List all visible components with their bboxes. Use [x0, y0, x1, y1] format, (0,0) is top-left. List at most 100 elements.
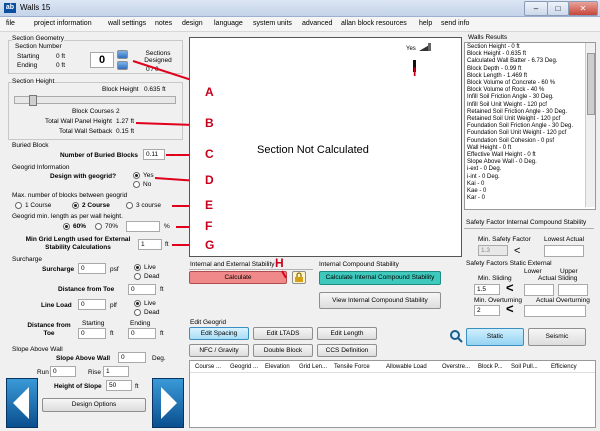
col-elevation[interactable]: Elevation — [265, 362, 290, 372]
slope-input[interactable]: 0 — [118, 352, 146, 363]
menu-help[interactable]: help — [419, 18, 432, 30]
col-allowable-load[interactable]: Allowable Load — [386, 362, 427, 372]
surcharge-dead-radio[interactable] — [134, 273, 141, 280]
geogrid-info-title: Geogrid Information — [12, 164, 70, 171]
marker-e: E — [205, 198, 214, 212]
col-tensile-force[interactable]: Tensile Force — [334, 362, 370, 372]
lineload-live-label: Live — [144, 300, 156, 307]
result-line: Foundation Soil Cohesion - 0 psf — [467, 137, 555, 144]
grid-70-label: 70% — [105, 223, 119, 230]
view-ics-button[interactable]: View Internal Compound Stability — [319, 292, 441, 309]
grid-60-radio[interactable] — [63, 223, 70, 230]
block-height-value: 0.635 ft — [144, 86, 166, 93]
double-block-button[interactable]: Double Block — [253, 344, 313, 357]
section-down-button[interactable] — [117, 61, 128, 70]
height-slider-track[interactable] — [14, 95, 176, 106]
starting-value: 0 ft — [56, 53, 66, 60]
dist-start-input[interactable]: 0 — [78, 328, 106, 339]
actual-sliding-label: Actual Sliding — [538, 275, 578, 282]
surcharge-unit: psf — [110, 266, 119, 273]
surcharge-input[interactable]: 0 — [78, 263, 106, 274]
surcharge-live-label: Live — [144, 264, 156, 271]
menu-language[interactable]: language — [214, 18, 243, 30]
dist-end-input[interactable]: 0 — [128, 328, 156, 339]
geogrid-yes-label: Yes — [143, 172, 154, 179]
grid-70-radio[interactable] — [95, 223, 102, 230]
menu-allan-block-resources[interactable]: allan block resources — [341, 18, 407, 30]
zoom-button[interactable] — [449, 329, 463, 343]
rise-input[interactable]: 1 — [103, 366, 129, 377]
seismic-button[interactable]: Seismic — [528, 328, 586, 346]
starting-label: Starting — [17, 53, 40, 60]
lineload-live-radio[interactable] — [134, 300, 141, 307]
height-slope-input[interactable]: 50 — [106, 380, 132, 391]
col-efficiency[interactable]: Efficiency — [551, 362, 577, 372]
min-grid-input[interactable]: 1 — [138, 239, 162, 250]
edit-length-button[interactable]: Edit Length — [317, 327, 377, 340]
nfc-gravity-button[interactable]: NFC / Gravity — [189, 344, 249, 357]
lower-sliding-value — [524, 284, 554, 296]
result-line: Slope Above Wall - 0 Deg. — [467, 159, 537, 166]
surcharge-live-radio[interactable] — [134, 264, 141, 271]
course-3-radio[interactable] — [126, 202, 133, 209]
height-slider-thumb[interactable] — [29, 95, 37, 106]
col-block-pullout[interactable]: Block P... — [478, 362, 503, 372]
close-button[interactable]: ✕ — [568, 1, 598, 16]
lock-button[interactable] — [292, 271, 306, 284]
dist-ending-label: Ending — [130, 320, 151, 327]
edit-spacing-button[interactable]: Edit Spacing — [189, 327, 249, 340]
section-up-button[interactable] — [117, 50, 128, 59]
result-line: Infill Soil Unit Weight - 120 pcf — [467, 101, 547, 108]
col-soil-pullout[interactable]: Soil Pull... — [511, 362, 538, 372]
prev-section-button[interactable] — [6, 378, 38, 428]
menu-project-information[interactable]: project information — [34, 18, 92, 30]
menu-wall-settings[interactable]: wall settings — [108, 18, 146, 30]
distance-from-label: Distance from Toe — [27, 322, 71, 337]
menu-design[interactable]: design — [182, 18, 203, 30]
course-2-radio[interactable] — [72, 202, 79, 209]
min-sliding-input[interactable]: 1.5 — [474, 284, 500, 295]
section-number-input[interactable]: 0 — [90, 52, 114, 68]
results-scrollbar[interactable] — [585, 43, 595, 207]
edit-ltads-button[interactable]: Edit LTADS — [253, 327, 313, 340]
lineload-dead-label: Dead — [144, 309, 160, 316]
result-line: Effective Wall Height - 0 ft — [467, 152, 536, 159]
lineload-dead-radio[interactable] — [134, 309, 141, 316]
col-overstress[interactable]: Overstre... — [442, 362, 470, 372]
col-course[interactable]: Course ... — [195, 362, 221, 372]
col-geogrid[interactable]: Geogrid ... — [230, 362, 258, 372]
min-grid-unit: ft — [165, 241, 169, 248]
result-line: Block Length - 1.469 ft — [467, 72, 528, 79]
ccs-definition-button[interactable]: CCS Definition — [317, 344, 377, 357]
results-scroll-thumb[interactable] — [587, 53, 595, 115]
design-options-button[interactable]: Design Options — [42, 398, 146, 412]
menu-send-info[interactable]: send info — [441, 18, 469, 30]
grid-percent-input[interactable] — [126, 221, 160, 232]
menu-notes[interactable]: notes — [155, 18, 172, 30]
course-1-radio[interactable] — [15, 202, 22, 209]
menu-system-units[interactable]: system units — [253, 18, 292, 30]
height-slope-unit: ft — [135, 383, 139, 390]
geogrid-no-radio[interactable] — [133, 181, 140, 188]
surcharge-dead-label: Dead — [144, 273, 160, 280]
menu-file[interactable]: file — [6, 18, 15, 30]
total-panel-value: 1.27 ft — [116, 118, 135, 125]
geogrid-table[interactable]: Course ... Geogrid ... Elevation Grid Le… — [189, 360, 596, 428]
result-line: Block Depth - 0.99 ft — [467, 65, 522, 72]
result-line: Calculated Wall Batter - 6.73 Deg. — [467, 58, 558, 65]
distance-toe-input[interactable]: 0 — [128, 284, 156, 295]
geogrid-yes-radio[interactable] — [133, 172, 140, 179]
static-button[interactable]: Static — [466, 328, 524, 346]
line-load-input[interactable]: 0 — [78, 299, 106, 310]
minimize-button[interactable]: – — [524, 1, 548, 16]
maximize-button[interactable]: □ — [547, 1, 569, 16]
run-input[interactable]: 0 — [50, 366, 76, 377]
min-overturning-input[interactable]: 2 — [474, 305, 500, 316]
menu-advanced[interactable]: advanced — [302, 18, 332, 30]
col-grid-length[interactable]: Grid Len... — [299, 362, 327, 372]
calc-ics-button[interactable]: Calculate Internal Compound Stability — [319, 271, 441, 285]
buried-blocks-input[interactable]: 0.11 — [143, 149, 165, 160]
calculate-button[interactable]: Calculate — [189, 271, 287, 284]
results-list[interactable]: Section Height - 0 ft Block Height - 0.6… — [464, 42, 596, 210]
next-section-button[interactable] — [152, 378, 184, 428]
